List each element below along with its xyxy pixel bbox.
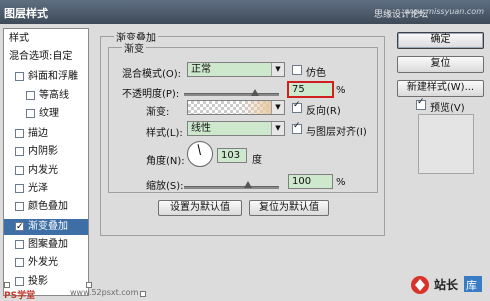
angle-label: 角度(N): [146,156,185,167]
scale-slider-track[interactable] [184,186,279,189]
style-checkbox[interactable] [15,184,24,193]
chevron-down-icon: ▼ [271,63,284,76]
opacity-label: 不透明度(P): [122,89,180,100]
style-list-label: 颜色叠加 [28,201,68,212]
style-list-item[interactable]: 斜面和浮雕 [4,69,88,85]
preview-label: 预览(V) [430,103,465,114]
angle-input[interactable]: 103 [217,148,247,163]
style-list-label: 图案叠加 [28,239,68,250]
ok-button[interactable]: 确定 [397,32,484,49]
style-list-item[interactable]: 光泽 [4,181,88,197]
style-list-item[interactable]: 颜色叠加 [4,199,88,215]
scale-slider-thumb[interactable] [243,181,252,188]
blend-mode-label: 混合模式(O): [122,69,182,80]
style-preview-swatch [418,114,474,174]
angle-value: 103 [221,150,241,161]
style-list-label: 外发光 [28,257,58,268]
align-layer-checkbox[interactable] [292,121,302,134]
style-checkbox[interactable] [15,219,24,235]
angle-needle [197,144,201,156]
style-list-label: 光泽 [28,183,48,194]
title-bar: 图层样式 思缘设计论坛 www.missyuan.com [0,0,490,24]
preview-checkbox[interactable] [416,97,426,110]
opacity-slider-thumb[interactable] [251,89,260,96]
style-list-label: 斜面和浮雕 [28,71,78,82]
style-checkbox[interactable] [15,240,24,249]
resize-handle [86,282,92,288]
style-list-label: 纹理 [39,108,59,119]
watermark-url: www.missyuan.com [404,7,484,16]
style-checkbox[interactable] [26,91,35,100]
reverse-label: 反向(R) [306,106,341,117]
style-list: 样式混合选项:自定斜面和浮雕等高线纹理描边内阴影内发光光泽颜色叠加渐变叠加图案叠… [3,28,89,296]
opacity-value: 75 [292,84,305,95]
scale-value: 100 [292,176,312,187]
style-list-item[interactable]: 等高线 [4,88,88,104]
style-list-label: 等高线 [39,90,69,101]
set-default-button[interactable]: 设置为默认值 [158,200,242,216]
new-style-button[interactable]: 新建样式(W)... [397,80,484,97]
site-logo: 站长 库 [411,276,482,294]
chevron-down-icon: ▼ [271,122,284,135]
style-list-item[interactable]: 外发光 [4,255,88,271]
style-list-item[interactable]: 内阴影 [4,144,88,160]
angle-dial[interactable] [187,141,213,167]
style-list-item[interactable]: 描边 [4,126,88,142]
gradient-picker[interactable]: ▼ [187,100,285,115]
style-value: 线性 [191,123,211,134]
resize-handle [140,291,146,297]
scale-label: 缩放(S): [146,181,184,192]
style-list-item[interactable]: 内发光 [4,163,88,179]
style-checkbox[interactable] [15,129,24,138]
style-list-item[interactable]: 纹理 [4,106,88,122]
style-checkbox[interactable] [15,258,24,267]
style-select[interactable]: 线性 ▼ [187,121,285,136]
resize-handle [4,282,10,288]
style-checkbox[interactable] [15,72,24,81]
style-list-item[interactable]: 样式 [4,31,88,47]
style-list-item[interactable]: 图案叠加 [4,237,88,253]
opacity-input[interactable]: 75 [287,81,334,98]
ps-school-mark: PS学堂 [4,291,36,301]
blend-mode-select[interactable]: 正常 ▼ [187,62,285,77]
opacity-slider-track[interactable] [184,93,279,96]
ps-school-url: www.52psxt.com [70,288,139,297]
subgroup-title: 渐变 [122,40,146,55]
scale-input[interactable]: 100 [288,174,333,189]
style-list-label: 样式 [9,33,29,44]
style-checkbox[interactable] [15,147,24,156]
style-list-item[interactable]: 混合选项:自定 [4,49,88,65]
style-label: 样式(L): [146,128,183,139]
style-checkbox[interactable] [15,277,24,286]
dither-checkbox[interactable] [292,65,302,75]
reverse-checkbox[interactable] [292,100,302,113]
angle-unit: 度 [252,155,262,166]
style-checkbox[interactable] [15,202,24,211]
style-list-label: 渐变叠加 [28,221,68,232]
logo-text-2: 库 [466,279,477,292]
logo-text: 站长 [434,277,459,292]
scale-unit: % [336,177,346,188]
gradient-preview [242,101,272,114]
opacity-unit: % [336,85,346,96]
style-list-item[interactable]: 渐变叠加 [4,219,88,235]
reset-button[interactable]: 复位 [397,56,484,73]
reset-default-button[interactable]: 复位为默认值 [249,200,329,216]
gradient-label: 渐变: [146,107,170,118]
align-layer-label: 与图层对齐(I) [306,127,367,138]
style-checkbox[interactable] [26,109,35,118]
style-list-label: 混合选项:自定 [9,51,73,62]
style-list-label: 内阴影 [28,146,58,157]
blend-mode-value: 正常 [191,64,211,75]
style-list-label: 描边 [28,128,48,139]
dither-label: 仿色 [306,68,326,79]
style-checkbox[interactable] [15,166,24,175]
window-title: 图层样式 [4,7,48,20]
style-list-label: 内发光 [28,165,58,176]
chevron-down-icon: ▼ [271,101,284,114]
